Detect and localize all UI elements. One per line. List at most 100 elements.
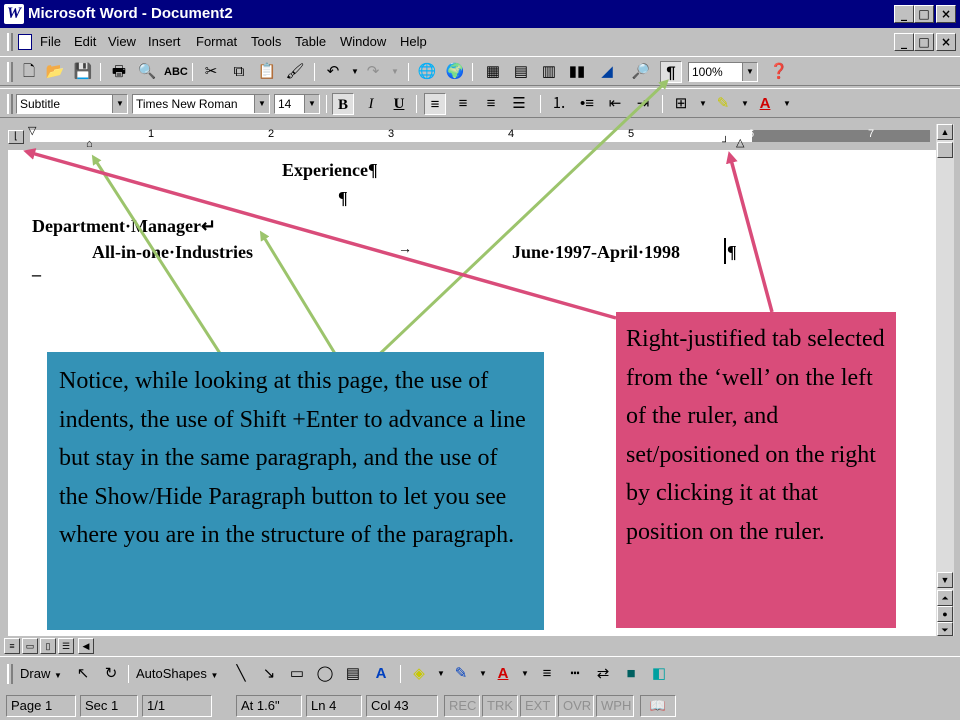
numbering-icon[interactable]: ⒈ [548,93,570,115]
chevron-down-icon[interactable]: ▼ [112,95,127,113]
rectangle-icon[interactable]: ▭ [286,663,308,685]
open-folder-icon[interactable]: 📂 [44,61,66,83]
right-tab-marker[interactable]: ┘ [722,137,729,148]
fill-color-dropdown-icon[interactable]: ▼ [430,663,452,685]
style-combo[interactable]: Subtitle ▼ [16,94,128,114]
menu-tools[interactable]: Tools [251,33,281,51]
show-hide-paragraph-button[interactable]: ¶ [660,61,682,83]
italic-button[interactable]: I [360,93,382,115]
font-color-draw-icon[interactable]: A [492,663,514,685]
borders-dropdown-icon[interactable]: ▼ [692,93,714,115]
status-wph[interactable]: WPH [596,695,634,717]
draw-menu-button[interactable]: Draw ▼ [20,665,62,683]
print-preview-icon[interactable]: 🔍 [136,61,158,83]
font-color-icon[interactable]: A [754,93,776,115]
select-browse-object-icon[interactable]: ● [937,606,953,622]
decrease-indent-icon[interactable]: ⇤ [604,93,626,115]
doc-restore-button[interactable]: □ [914,33,934,51]
bullets-icon[interactable]: •≡ [576,93,598,115]
columns-icon[interactable]: ▮▮ [566,61,588,83]
heading-experience[interactable]: Experience¶ [282,160,378,181]
oval-icon[interactable]: ◯ [314,663,336,685]
menu-grip[interactable] [7,33,13,51]
menu-view[interactable]: View [108,33,136,51]
company-line[interactable]: All-in-one·Industries [92,242,253,263]
font-combo[interactable]: Times New Roman ▼ [132,94,270,114]
vertical-scrollbar[interactable]: ▲ ▼ ⏶ ● ⏷ [936,124,954,636]
outline-view-icon[interactable]: ☰ [58,638,74,654]
next-page-icon[interactable]: ⏷ [937,622,953,636]
empty-paragraph-mark[interactable]: ¶ [338,188,348,209]
toolbar-grip[interactable] [7,94,13,114]
undo-icon[interactable]: ↶ [322,61,344,83]
arrow-icon[interactable]: ↘ [258,663,280,685]
close-button[interactable]: × [936,5,956,23]
font-color-draw-dropdown-icon[interactable]: ▼ [514,663,536,685]
document-map-icon[interactable]: 🔎 [630,61,652,83]
maximize-button[interactable]: □ [914,5,934,23]
dash-style-icon[interactable]: ┅ [564,663,586,685]
cut-icon[interactable]: ✂ [200,61,222,83]
highlight-dropdown-icon[interactable]: ▼ [734,93,756,115]
borders-icon[interactable]: ⊞ [670,93,692,115]
scroll-left-icon[interactable]: ◀ [78,638,94,654]
increase-indent-icon[interactable]: ⇥ [632,93,654,115]
shadow-icon[interactable]: ■ [620,663,642,685]
office-assistant-icon[interactable]: ❓ [768,61,790,83]
3d-icon[interactable]: ◧ [648,663,670,685]
zoom-combo[interactable]: 100% ▼ [688,62,758,82]
status-ovr[interactable]: OVR [558,695,594,717]
insert-excel-icon[interactable]: ▥ [538,61,560,83]
new-document-icon[interactable]: 🗋 [18,61,40,83]
page-layout-icon[interactable]: ▯ [40,638,56,654]
toolbar-grip[interactable] [7,62,13,82]
redo-dropdown-icon[interactable]: ▼ [384,61,406,83]
document-icon[interactable] [18,34,32,50]
copy-icon[interactable]: ⧉ [228,61,250,83]
select-objects-icon[interactable]: ↖ [72,663,94,685]
spelling-icon[interactable]: ABC [164,61,188,83]
previous-page-icon[interactable]: ⏶ [937,590,953,606]
free-rotate-icon[interactable]: ↻ [100,663,122,685]
font-size-combo[interactable]: 14 ▼ [274,94,320,114]
hanging-indent-marker[interactable]: ⌂ [86,138,93,150]
toolbar-grip[interactable] [7,664,13,684]
bold-button[interactable]: B [332,93,354,115]
scroll-up-icon[interactable]: ▲ [937,124,953,140]
fill-color-icon[interactable]: ◈ [408,663,430,685]
web-layout-icon[interactable]: ▭ [22,638,38,654]
first-line-indent-marker[interactable]: ▽ [28,124,36,137]
font-color-dropdown-icon[interactable]: ▼ [776,93,798,115]
menu-table[interactable]: Table [295,33,326,51]
scroll-thumb[interactable] [937,142,953,158]
justify-icon[interactable]: ☰ [508,93,530,115]
menu-format[interactable]: Format [196,33,237,51]
align-center-icon[interactable]: ≡ [452,93,474,115]
doc-minimize-button[interactable]: _ [894,33,914,51]
menu-insert[interactable]: Insert [148,33,181,51]
minimize-button[interactable]: _ [894,5,914,23]
line-style-icon[interactable]: ≡ [536,663,558,685]
status-rec[interactable]: REC [444,695,480,717]
line-icon[interactable]: ╲ [230,663,252,685]
scroll-down-icon[interactable]: ▼ [937,572,953,588]
save-icon[interactable]: 💾 [72,61,94,83]
line-color-icon[interactable]: ✎ [450,663,472,685]
highlight-icon[interactable]: ✎ [712,93,734,115]
autoshapes-menu-button[interactable]: AutoShapes ▼ [136,665,218,683]
chevron-down-icon[interactable]: ▼ [304,95,319,113]
menu-edit[interactable]: Edit [74,33,96,51]
wordart-icon[interactable]: A [370,663,392,685]
align-left-icon[interactable]: ≡ [424,93,446,115]
web-toolbar-icon[interactable]: 🌍 [444,61,466,83]
line-color-dropdown-icon[interactable]: ▼ [472,663,494,685]
redo-icon[interactable]: ↷ [362,61,384,83]
insert-table-icon[interactable]: ▤ [510,61,532,83]
menu-help[interactable]: Help [400,33,427,51]
dates-line[interactable]: June·1997-April·1998 [512,242,680,263]
tab-selector-well[interactable]: ⌊ [8,130,24,144]
chevron-down-icon[interactable]: ▼ [742,63,757,81]
tables-borders-icon[interactable]: ▦ [482,61,504,83]
format-painter-icon[interactable]: 🖌 [284,61,306,83]
arrow-style-icon[interactable]: ⇄ [592,663,614,685]
